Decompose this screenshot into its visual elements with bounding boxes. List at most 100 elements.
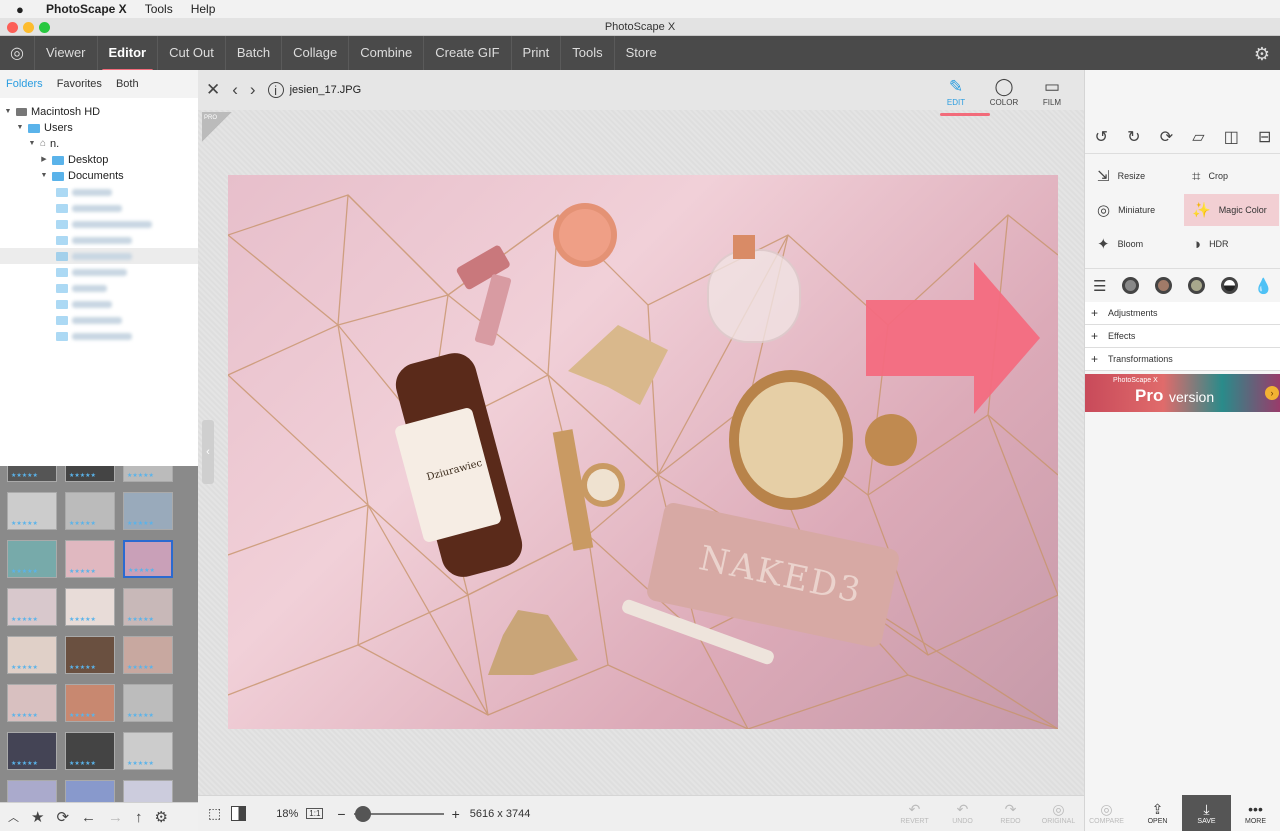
tab-create-gif[interactable]: Create GIF [423, 36, 510, 70]
redo-button[interactable]: ↷ REDO [986, 795, 1035, 831]
preset-warm-icon[interactable] [1188, 277, 1206, 294]
thumbnail[interactable]: ★★★★★ [65, 540, 115, 578]
tab-film[interactable]: ▭ FILM [1028, 70, 1076, 114]
flip-vertical-icon[interactable]: ⊟ [1258, 127, 1271, 147]
zoom-in-button[interactable]: + [452, 806, 460, 822]
tree-item-blurred[interactable] [0, 200, 198, 216]
thumbnail[interactable]: ★★★★★ [123, 588, 173, 626]
accordion-effects[interactable]: + Effects [1085, 325, 1280, 348]
expand-triangle-icon[interactable]: ▼ [4, 104, 12, 120]
expand-triangle-icon[interactable]: ▼ [28, 136, 36, 152]
tab-editor[interactable]: Editor [96, 36, 158, 72]
image-canvas[interactable]: PRO Dziurawiec NAKED3 [198, 110, 1084, 795]
chevron-up-icon[interactable]: ︿ [8, 809, 19, 825]
tree-item-blurred[interactable] [0, 312, 198, 328]
tab-color[interactable]: ◯ COLOR [980, 70, 1028, 114]
chevron-left-icon[interactable]: ‹ [232, 80, 238, 100]
tab-edit[interactable]: ✎ EDIT [932, 70, 990, 116]
tab-cut-out[interactable]: Cut Out [157, 36, 225, 70]
thumbnail[interactable]: ★★★★★ [123, 780, 173, 802]
arrow-left-icon[interactable]: ← [81, 809, 96, 826]
zoom-slider[interactable] [353, 805, 444, 822]
tree-item-blurred[interactable] [0, 280, 198, 296]
tab-batch[interactable]: Batch [224, 36, 281, 70]
accordion-transformations[interactable]: + Transformations [1085, 348, 1280, 371]
tree-item-desktop[interactable]: ▶ Desktop [0, 152, 198, 168]
tree-item-blurred[interactable] [0, 264, 198, 280]
tab-both[interactable]: Both [116, 78, 139, 90]
close-window-button[interactable] [7, 22, 18, 33]
thumbnail[interactable]: ★★★★★ [7, 732, 57, 770]
thumbnail[interactable]: ★★★★★ [7, 780, 57, 802]
tab-combine[interactable]: Combine [348, 36, 423, 70]
chevron-right-icon[interactable]: › [250, 80, 256, 100]
more-button[interactable]: ••• MORE [1231, 795, 1280, 831]
tree-item-home[interactable]: ▼ ⌂ n. [0, 136, 198, 152]
thumbnail[interactable]: ★★★★★ [7, 684, 57, 722]
pro-version-banner[interactable]: PhotoScape X Pro version › [1085, 374, 1280, 412]
tree-item-users[interactable]: ▼ Users [0, 120, 198, 136]
arrow-right-icon[interactable]: → [108, 809, 123, 826]
thumbnail[interactable]: ★★★★★ [65, 466, 115, 482]
zoom-window-button[interactable] [39, 22, 50, 33]
info-icon[interactable]: i [267, 82, 284, 98]
tree-item-blurred[interactable] [0, 328, 198, 344]
compare-button[interactable]: ◎ COMPARE [1082, 795, 1131, 831]
minimize-window-button[interactable] [23, 22, 34, 33]
collapse-triangle-icon[interactable]: ▶ [40, 152, 48, 168]
thumbnail[interactable]: ★★★★★ [123, 466, 173, 482]
thumbnail[interactable]: ★★★★★ [123, 540, 173, 578]
tree-item-documents[interactable]: ▼ Documents [0, 168, 198, 184]
expand-triangle-icon[interactable]: ▼ [16, 120, 24, 136]
thumbnail[interactable]: ★★★★★ [7, 466, 57, 482]
tab-tools[interactable]: Tools [560, 36, 613, 70]
rotate-left-icon[interactable]: ↺ [1095, 127, 1108, 147]
save-button[interactable]: ⤓ SAVE [1182, 795, 1231, 831]
preset-gray-icon[interactable] [1122, 277, 1140, 294]
tree-item-blurred[interactable] [0, 296, 198, 312]
expand-triangle-icon[interactable]: ▼ [40, 168, 48, 184]
open-button[interactable]: ⇪ OPEN [1133, 795, 1182, 831]
zoom-percent[interactable]: 18% [276, 808, 298, 820]
original-button[interactable]: ◎ ORIGINAL [1034, 795, 1083, 831]
thumbnail[interactable]: ★★★★★ [65, 684, 115, 722]
gear-icon[interactable]: ⚙ [155, 808, 168, 826]
close-icon[interactable]: ✕ [206, 80, 220, 100]
tab-store[interactable]: Store [613, 36, 668, 70]
collapse-panel-handle[interactable]: ‹ [202, 420, 214, 484]
effect-miniature-button[interactable]: ◎ Miniature [1089, 194, 1184, 226]
thumbnail[interactable]: ★★★★★ [123, 684, 173, 722]
thumbnail[interactable]: ★★★★★ [7, 588, 57, 626]
thumbnail[interactable]: ★★★★★ [65, 780, 115, 802]
tree-item-blurred[interactable] [0, 248, 198, 264]
effect-magic-color-button[interactable]: ✨ Magic Color [1184, 194, 1279, 226]
thumbnail[interactable]: ★★★★★ [65, 636, 115, 674]
flip-horizontal-icon[interactable]: ◫ [1224, 127, 1239, 147]
effect-resize-button[interactable]: ⇲ Resize [1089, 160, 1184, 192]
tab-folders[interactable]: Folders [6, 78, 43, 90]
tab-viewer[interactable]: Viewer [34, 36, 97, 70]
refresh-icon[interactable]: ⟳ [56, 808, 69, 826]
tree-item-macintosh-hd[interactable]: ▼ Macintosh HD [0, 104, 198, 120]
effect-crop-button[interactable]: ⌗ Crop [1184, 160, 1279, 192]
rotate-free-icon[interactable]: ⟳ [1160, 127, 1173, 147]
thumbnail[interactable]: ★★★★★ [7, 492, 57, 530]
tree-item-blurred[interactable] [0, 232, 198, 248]
zoom-out-button[interactable]: − [337, 806, 345, 822]
menu-help[interactable]: Help [191, 2, 216, 16]
thumbnail[interactable]: ★★★★★ [123, 492, 173, 530]
thumbnail[interactable]: ★★★★★ [65, 732, 115, 770]
thumbnail[interactable]: ★★★★★ [7, 540, 57, 578]
thumbnail[interactable]: ★★★★★ [65, 492, 115, 530]
star-icon[interactable]: ★ [31, 808, 44, 826]
revert-button[interactable]: ↶ REVERT [890, 795, 939, 831]
tree-item-blurred[interactable] [0, 216, 198, 232]
settings-gear-icon[interactable]: ⚙ [1254, 44, 1270, 65]
accordion-adjustments[interactable]: + Adjustments [1085, 302, 1280, 325]
apple-icon[interactable]: ● [16, 2, 28, 17]
tab-print[interactable]: Print [510, 36, 561, 70]
straighten-icon[interactable]: ▱ [1192, 127, 1204, 147]
thumbnail[interactable]: ★★★★★ [123, 732, 173, 770]
thumbnail[interactable]: ★★★★★ [123, 636, 173, 674]
tree-item-blurred[interactable] [0, 184, 198, 200]
